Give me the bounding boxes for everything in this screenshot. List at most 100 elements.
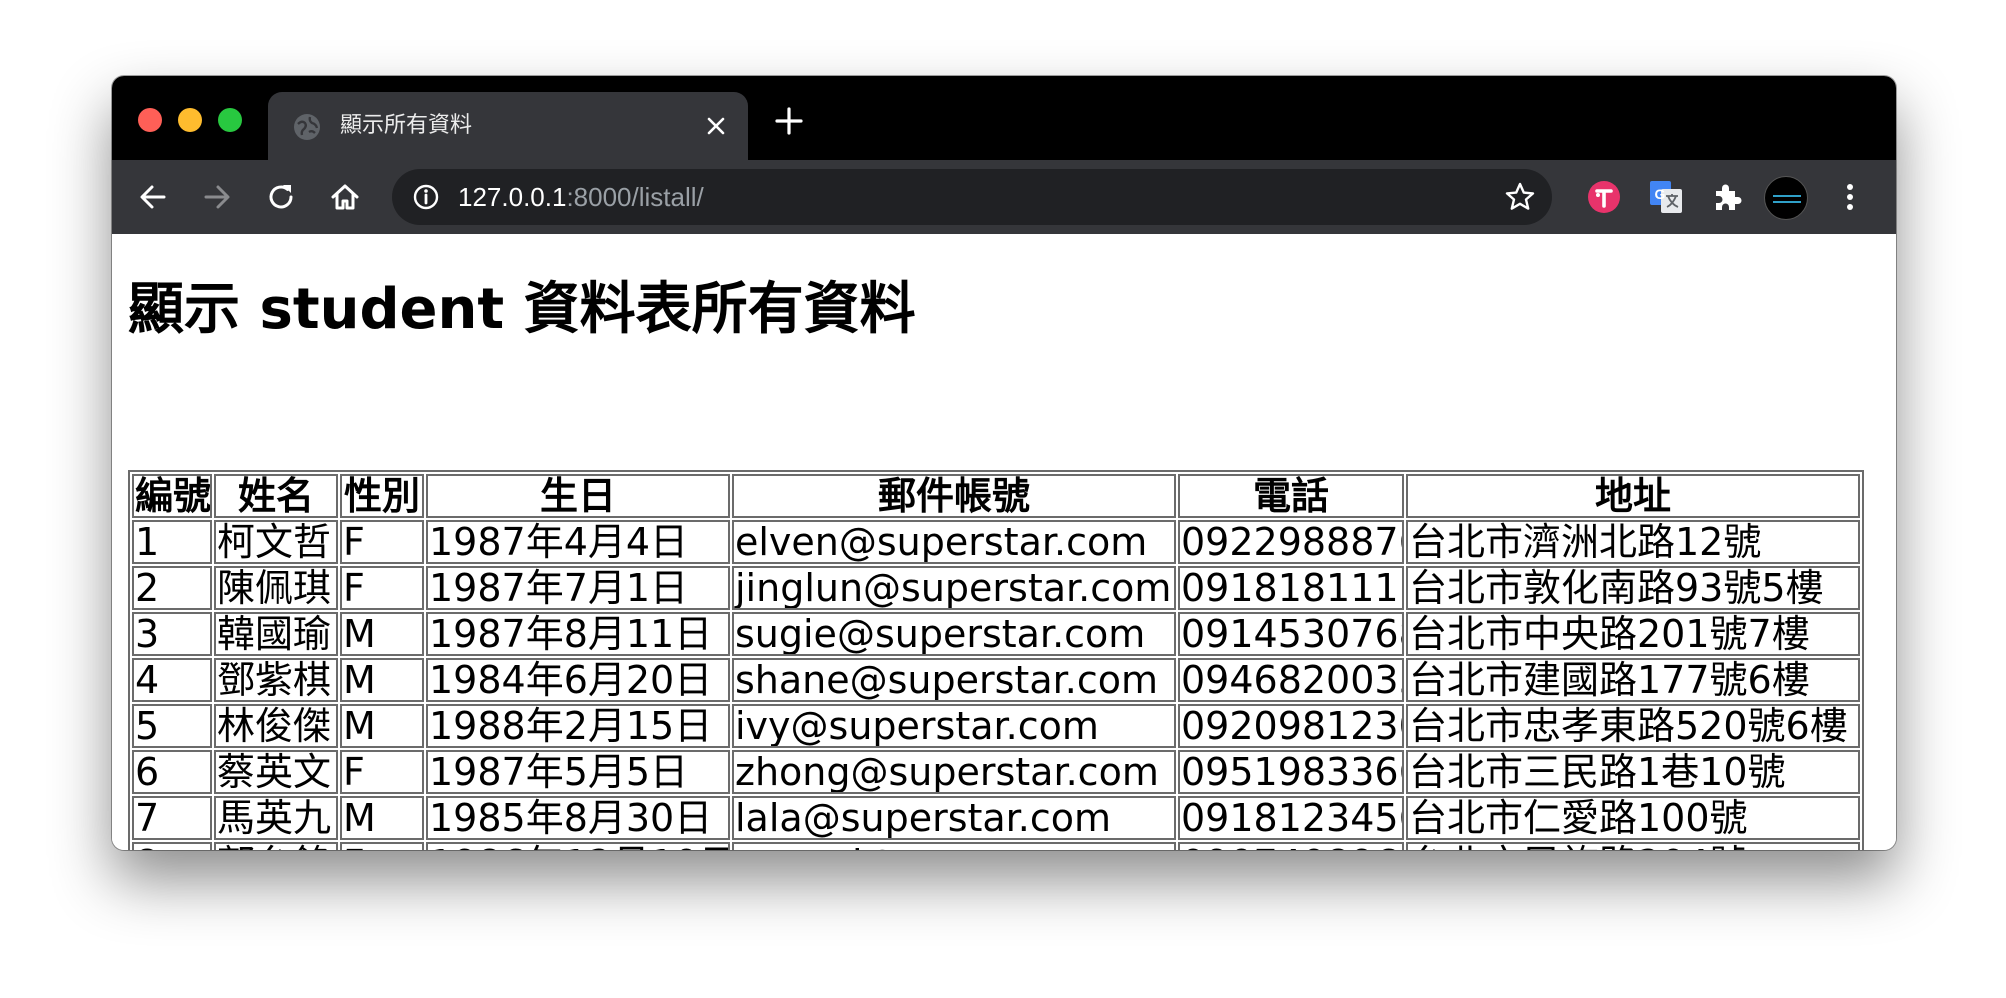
table-cell: 0918123456: [1178, 796, 1404, 840]
close-icon[interactable]: [704, 114, 728, 138]
avatar[interactable]: [1764, 176, 1808, 220]
table-cell: elven@superstar.com: [732, 520, 1176, 564]
table-cell: 0918181111: [1178, 566, 1404, 610]
table-cell: sugie@superstar.com: [732, 612, 1176, 656]
table-cell: 台北市民族路204號: [1406, 842, 1860, 850]
table-row: 2 陳佩琪 F 1987年7月1日 jinglun@superstar.com 09181…: [132, 566, 1860, 610]
table-cell: 1986年12月10日: [426, 842, 730, 850]
table-cell: 台北市三民路1巷10號: [1406, 750, 1860, 794]
column-header: 性別: [340, 474, 424, 518]
table-cell: 0907408965: [1178, 842, 1404, 850]
table-cell: 陳佩琪: [214, 566, 338, 610]
table-cell: M: [340, 704, 424, 748]
table-row: 7 馬英九 M 1985年8月30日 lala@superstar.com 0918123…: [132, 796, 1860, 840]
table-cell: F: [340, 566, 424, 610]
table-cell: 0946820035: [1178, 658, 1404, 702]
star-icon[interactable]: [1504, 181, 1536, 213]
table-cell: 台北市敦化南路93號5樓: [1406, 566, 1860, 610]
minimize-window-button[interactable]: [178, 108, 202, 132]
table-cell: ivy@superstar.com: [732, 704, 1176, 748]
home-icon[interactable]: [328, 180, 362, 214]
forward-icon[interactable]: [200, 180, 234, 214]
table-cell: 馬英九: [214, 796, 338, 840]
table-cell: 2: [132, 566, 212, 610]
table-cell: 韓國瑜: [214, 612, 338, 656]
column-header: 生日: [426, 474, 730, 518]
table-row: 8郭台銘F1986年12月10日crystal@superstar.com090…: [132, 842, 1860, 850]
table-cell: M: [340, 796, 424, 840]
table-row: 1 柯文哲 F 1987年4月4日 elven@superstar.com 0922988…: [132, 520, 1860, 564]
title-bar: 顯示所有資料: [112, 76, 1896, 160]
table-cell: lala@superstar.com: [732, 796, 1176, 840]
table-cell: 0922988876: [1178, 520, 1404, 564]
table-header-row: 編號 姓名 性別 生日 郵件帳號 電話 地址: [132, 474, 1860, 518]
table-cell: 0920981230: [1178, 704, 1404, 748]
tab-title: 顯示所有資料: [340, 113, 473, 138]
table-cell: 鄧紫棋: [214, 658, 338, 702]
table-cell: 台北市中央路201號7樓: [1406, 612, 1860, 656]
table-cell: F: [340, 750, 424, 794]
table-cell: 4: [132, 658, 212, 702]
student-table: 編號 姓名 性別 生日 郵件帳號 電話 地址 1 柯文哲 F 1987年4月4日 elven@sup…: [128, 470, 1864, 850]
table-row: 3 韓國瑜 M 1987年8月11日 sugie@superstar.com 091453…: [132, 612, 1860, 656]
table-cell: 1987年5月5日: [426, 750, 730, 794]
translate-icon[interactable]: G: [1648, 179, 1684, 215]
table-cell: M: [340, 658, 424, 702]
table-row: 5 林俊傑 M 1988年2月15日 ivy@superstar.com 09209812…: [132, 704, 1860, 748]
page-content: 顯示 student 資料表所有資料 編號 姓名 性別 生日 郵件帳號 電話 地址 1 柯文哲…: [112, 234, 1896, 850]
column-header: 編號: [132, 474, 212, 518]
table-cell: shane@superstar.com: [732, 658, 1176, 702]
table-cell: 7: [132, 796, 212, 840]
svg-text:G: G: [1655, 186, 1666, 202]
table-cell: 1985年8月30日: [426, 796, 730, 840]
table-cell: 蔡英文: [214, 750, 338, 794]
table-cell: 8: [132, 842, 212, 850]
url-host: 127.0.0.1: [458, 182, 567, 212]
table-cell: F: [340, 842, 424, 850]
table-cell: 柯文哲: [214, 520, 338, 564]
table-cell: 6: [132, 750, 212, 794]
avatar-mark: [1773, 195, 1801, 197]
plus-icon[interactable]: [774, 106, 804, 136]
address-bar[interactable]: 127.0.0.1:8000/listall/: [392, 169, 1552, 225]
column-header: 地址: [1406, 474, 1860, 518]
table-cell: F: [340, 520, 424, 564]
table-cell: 1984年6月20日: [426, 658, 730, 702]
browser-window: 顯示所有資料 12 7.0.0.1:8000/listall/ G 顯示 stud…: [112, 76, 1896, 850]
globe-icon: [294, 114, 320, 140]
table-cell: crystal@superstar.com: [732, 842, 1176, 850]
menu-icon[interactable]: [1840, 180, 1860, 214]
table-cell: 郭台銘: [214, 842, 338, 850]
maximize-window-button[interactable]: [218, 108, 242, 132]
table-cell: jinglun@superstar.com: [732, 566, 1176, 610]
puzzle-icon[interactable]: [1710, 179, 1746, 215]
url-text[interactable]: 127.0.0.1:8000/listall/: [458, 181, 704, 213]
column-header: 電話: [1178, 474, 1404, 518]
table-cell: 1988年2月15日: [426, 704, 730, 748]
table-cell: 5: [132, 704, 212, 748]
table-cell: 台北市濟洲北路12號: [1406, 520, 1860, 564]
extension-icon[interactable]: [1586, 179, 1622, 215]
table-cell: 1987年8月11日: [426, 612, 730, 656]
table-cell: 1987年4月4日: [426, 520, 730, 564]
reload-icon[interactable]: [264, 180, 298, 214]
table-cell: zhong@superstar.com: [732, 750, 1176, 794]
table-cell: 0914530768: [1178, 612, 1404, 656]
table-cell: 1: [132, 520, 212, 564]
table-cell: 1987年7月1日: [426, 566, 730, 610]
page-title: 顯示 student 資料表所有資料: [128, 277, 916, 342]
table-cell: 台北市建國路177號6樓: [1406, 658, 1860, 702]
back-icon[interactable]: [136, 180, 170, 214]
column-header: 姓名: [214, 474, 338, 518]
table-cell: 0951983366: [1178, 750, 1404, 794]
table-cell: 台北市忠孝東路520號6樓: [1406, 704, 1860, 748]
active-tab[interactable]: 顯示所有資料: [268, 92, 748, 160]
avatar-mark: [1773, 201, 1801, 203]
info-icon[interactable]: [412, 183, 440, 211]
table-body: 1 柯文哲 F 1987年4月4日 elven@superstar.com 0922988…: [132, 520, 1860, 850]
table-row: 6 蔡英文 F 1987年5月5日 zhong@superstar.com 0951983…: [132, 750, 1860, 794]
table-cell: 林俊傑: [214, 704, 338, 748]
table-cell: M: [340, 612, 424, 656]
close-window-button[interactable]: [138, 108, 162, 132]
table-cell: 3: [132, 612, 212, 656]
